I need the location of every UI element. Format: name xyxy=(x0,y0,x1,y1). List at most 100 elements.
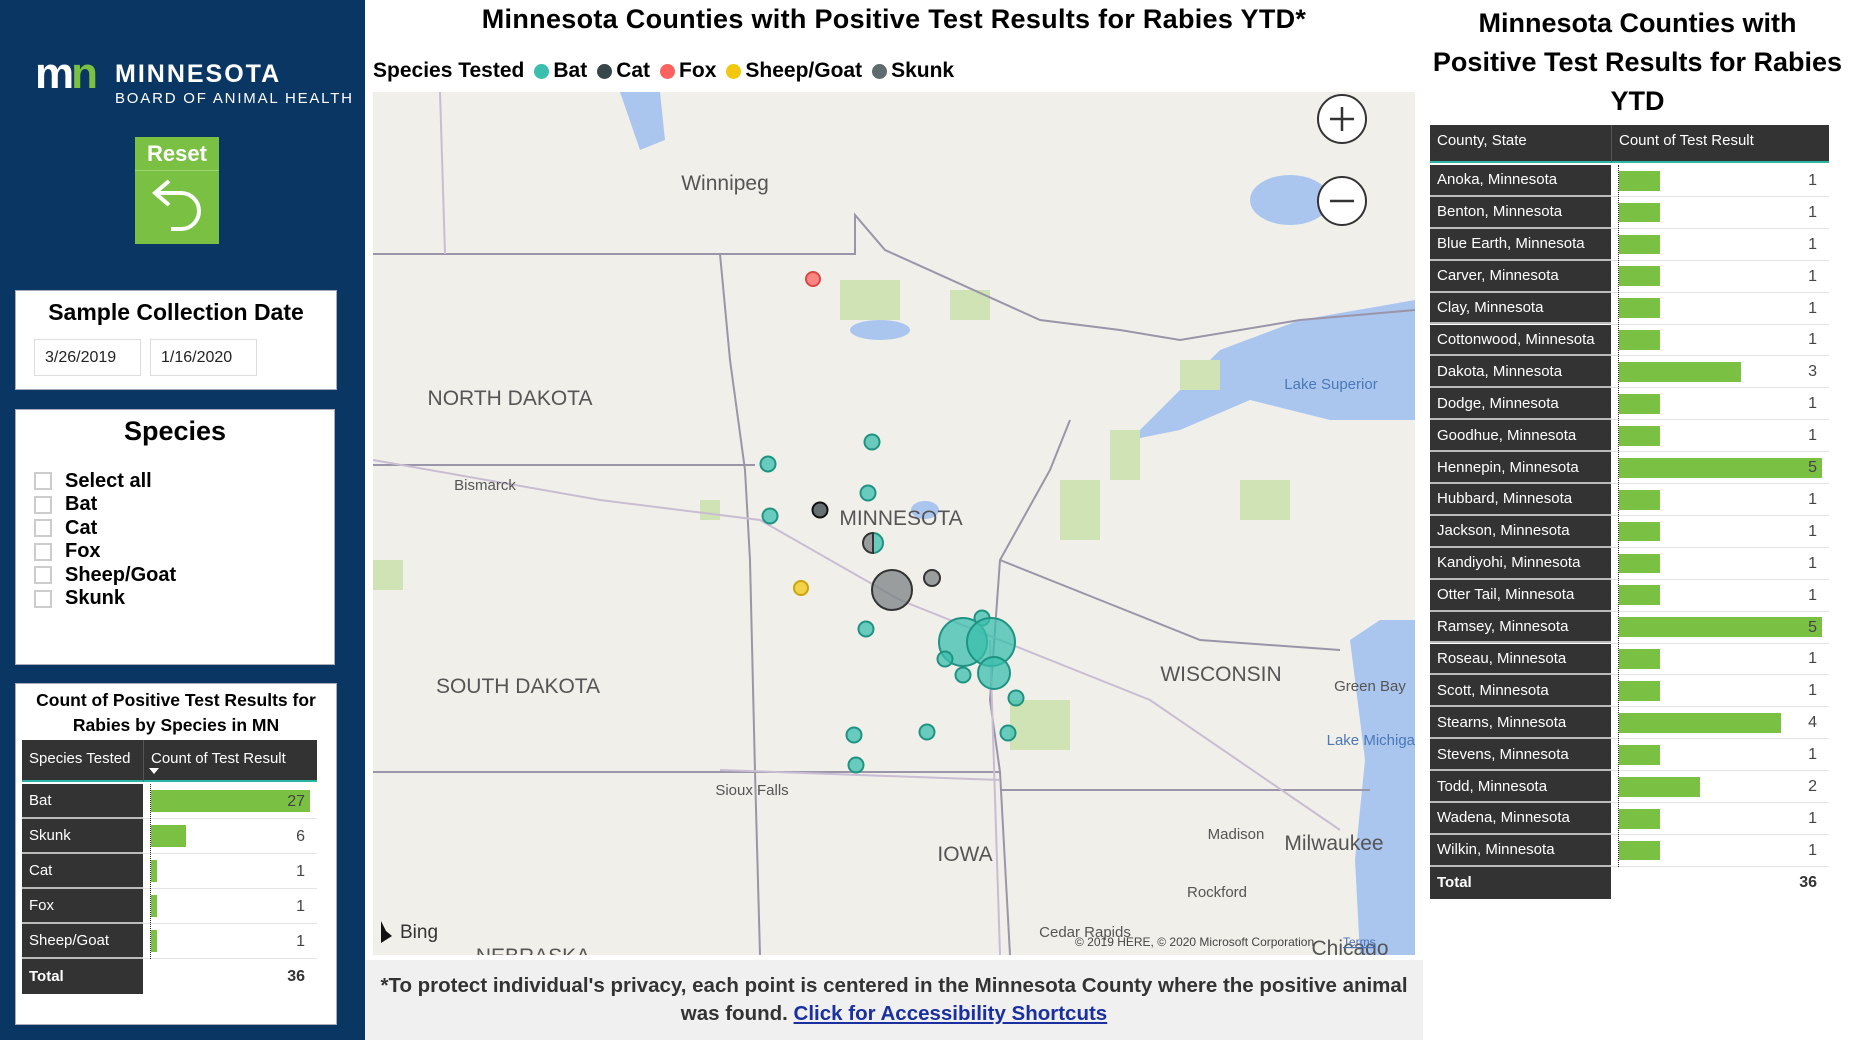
row-divider xyxy=(1611,865,1829,867)
table-row-label[interactable]: Blue Earth, Minnesota xyxy=(1430,228,1611,261)
table-row-label[interactable]: Roseau, Minnesota xyxy=(1430,643,1611,676)
legend-dot-icon xyxy=(597,63,613,79)
column-header-count[interactable]: Count of Test Result xyxy=(1611,125,1829,163)
row-divider xyxy=(1611,610,1829,612)
table-row-label[interactable]: Sheep/Goat xyxy=(22,924,143,959)
count-value: 4 xyxy=(1808,714,1817,732)
table-row-label[interactable]: Ramsey, Minnesota xyxy=(1430,611,1611,644)
table-row-label[interactable]: Jackson, Minnesota xyxy=(1430,515,1611,548)
table-row-label[interactable]: Clay, Minnesota xyxy=(1430,292,1611,325)
legend-item-sheep-goat[interactable]: Sheep/Goat xyxy=(726,59,862,83)
count-value: 1 xyxy=(1808,171,1817,189)
row-divider xyxy=(1611,259,1829,261)
total-value: 36 xyxy=(1799,873,1817,891)
count-value: 1 xyxy=(1808,427,1817,445)
map-canvas[interactable]: Winnipeg NORTH DAKOTA Bismarck MINNESOTA… xyxy=(373,92,1415,955)
table-row-label[interactable]: Dakota, Minnesota xyxy=(1430,356,1611,389)
label-madison: Madison xyxy=(1208,826,1265,843)
table-row-label[interactable]: Anoka, Minnesota xyxy=(1430,165,1611,197)
column-header-count[interactable]: Count of Test Result xyxy=(143,740,317,782)
table-row-label[interactable]: Stearns, Minnesota xyxy=(1430,707,1611,740)
table-row-label[interactable]: Hubbard, Minnesota xyxy=(1430,484,1611,516)
table-row-label[interactable]: Kandiyohi, Minnesota xyxy=(1430,547,1611,580)
bat-marker[interactable] xyxy=(1007,689,1025,707)
legend-item-fox[interactable]: Fox xyxy=(660,59,716,83)
accessibility-shortcuts-link[interactable]: Click for Accessibility Shortcuts xyxy=(794,1002,1108,1025)
legend-item-skunk[interactable]: Skunk xyxy=(872,59,954,83)
bat-marker[interactable] xyxy=(999,724,1017,742)
map[interactable]: Winnipeg NORTH DAKOTA Bismarck MINNESOTA… xyxy=(373,92,1415,955)
end-date-input[interactable] xyxy=(150,339,257,376)
table-row-label[interactable]: Stevens, Minnesota xyxy=(1430,739,1611,772)
row-divider xyxy=(143,888,317,889)
bat-marker[interactable] xyxy=(759,455,777,473)
count-value: 5 xyxy=(1808,459,1817,477)
table-row-label[interactable]: Scott, Minnesota xyxy=(1430,675,1611,708)
bat-marker[interactable] xyxy=(845,726,863,744)
bat-marker[interactable] xyxy=(918,723,936,741)
table-row-label[interactable]: Skunk xyxy=(22,819,143,854)
legend-item-bat[interactable]: Bat xyxy=(534,59,587,83)
row-divider xyxy=(143,853,317,854)
date-filter-title: Sample Collection Date xyxy=(48,299,304,325)
row-divider xyxy=(1611,323,1829,325)
table-row-label[interactable]: Wadena, Minnesota xyxy=(1430,803,1611,835)
species-checkbox-bat[interactable]: Bat xyxy=(34,492,97,518)
species-checkbox-skunk[interactable]: Skunk xyxy=(34,586,125,612)
total-label: Total xyxy=(1430,866,1611,899)
table-row-label[interactable]: Wilkin, Minnesota xyxy=(1430,834,1611,867)
table-row-label[interactable]: Carver, Minnesota xyxy=(1430,260,1611,293)
bat-marker[interactable] xyxy=(977,656,1011,690)
count-value: 1 xyxy=(1808,203,1817,221)
table-row-label[interactable]: Goodhue, Minnesota xyxy=(1430,420,1611,453)
row-divider xyxy=(1611,195,1829,197)
table-row-label[interactable]: Dodge, Minnesota xyxy=(1430,388,1611,421)
zoom-out-button[interactable] xyxy=(1317,176,1367,226)
legend-dot-icon xyxy=(534,63,550,79)
bat-marker[interactable] xyxy=(954,666,972,684)
table-row-label[interactable]: Hennepin, Minnesota xyxy=(1430,452,1611,484)
species-checkbox-sheep-goat[interactable]: Sheep/Goat xyxy=(34,562,176,588)
cat-marker[interactable] xyxy=(811,501,829,519)
table-row-label[interactable]: Todd, Minnesota xyxy=(1430,771,1611,803)
table-row-label[interactable]: Benton, Minnesota xyxy=(1430,196,1611,229)
species-checkbox-fox[interactable]: Fox xyxy=(34,539,101,565)
table-row-label[interactable]: Cottonwood, Minnesota xyxy=(1430,324,1611,357)
sheep-goat-marker[interactable] xyxy=(793,580,809,596)
species-checkbox-select-all[interactable]: Select all xyxy=(34,468,152,494)
bat-marker[interactable] xyxy=(936,650,954,668)
count-value: 1 xyxy=(1808,267,1817,285)
start-date-input[interactable] xyxy=(34,339,141,376)
bat-marker[interactable] xyxy=(857,620,875,638)
map-legend: Species Tested Bat Cat Fox Sheep/Goat Skunk xyxy=(373,56,954,86)
fox-marker[interactable] xyxy=(805,271,821,287)
bat-marker[interactable] xyxy=(761,507,779,525)
legend-label: Skunk xyxy=(891,59,955,82)
mn-board-of-animal-health-logo: mn MINNESOTA BOARD OF ANIMAL HEALTH xyxy=(35,52,355,112)
row-divider xyxy=(1611,387,1829,389)
label-south-dakota: SOUTH DAKOTA xyxy=(436,675,600,698)
table-row-label[interactable]: Bat xyxy=(22,784,143,819)
logo-name: MINNESOTA xyxy=(115,60,282,88)
bat-marker[interactable] xyxy=(847,756,865,774)
bat-marker[interactable] xyxy=(859,484,877,502)
terms-link[interactable]: Terms xyxy=(1343,935,1376,949)
zoom-in-button[interactable] xyxy=(1317,94,1367,144)
bat-marker[interactable] xyxy=(863,433,881,451)
county-table-title: Minnesota Counties with Positive Test Re… xyxy=(1432,8,1843,116)
row-divider xyxy=(1611,227,1829,229)
table-row-label[interactable]: Otter Tail, Minnesota xyxy=(1430,579,1611,612)
skunk-marker[interactable] xyxy=(923,569,941,587)
reset-button[interactable]: Reset xyxy=(135,137,219,244)
legend-item-cat[interactable]: Cat xyxy=(597,59,650,83)
axis-line xyxy=(150,784,151,959)
column-header-name[interactable]: County, State xyxy=(1430,125,1611,163)
table-row-label[interactable]: Fox xyxy=(22,889,143,924)
sort-descending-icon[interactable] xyxy=(149,768,159,774)
table-row-label[interactable]: Cat xyxy=(22,854,143,889)
column-header-name[interactable]: Species Tested xyxy=(22,740,143,782)
row-divider xyxy=(1611,419,1829,421)
label-milwaukee: Milwaukee xyxy=(1284,832,1383,855)
skunk-marker[interactable] xyxy=(871,569,913,611)
species-checkbox-cat[interactable]: Cat xyxy=(34,515,97,541)
